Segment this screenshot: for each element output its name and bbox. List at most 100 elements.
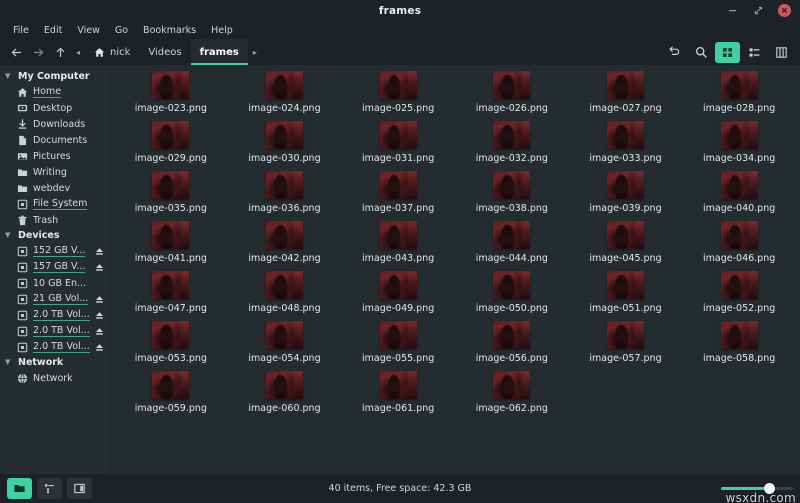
- file-item[interactable]: image-050.png: [455, 271, 569, 321]
- close-icon[interactable]: [778, 4, 791, 17]
- file-item[interactable]: image-046.png: [682, 221, 796, 271]
- file-item[interactable]: image-036.png: [228, 171, 342, 221]
- sidebar-item-2-0-tb-vol[interactable]: 2.0 TB Vol...: [0, 323, 109, 339]
- sidebar-item-2-0-tb-vol[interactable]: 2.0 TB Vol...: [0, 307, 109, 323]
- file-item[interactable]: image-031.png: [341, 121, 455, 171]
- file-item[interactable]: image-053.png: [114, 321, 228, 371]
- file-item[interactable]: image-057.png: [569, 321, 683, 371]
- menu-item-help[interactable]: Help: [204, 23, 240, 38]
- chevron-down-icon: ▼: [5, 72, 11, 80]
- folder-icon[interactable]: [7, 478, 32, 499]
- file-item[interactable]: image-027.png: [569, 71, 683, 121]
- menu-item-go[interactable]: Go: [108, 23, 135, 38]
- menu-item-edit[interactable]: Edit: [37, 23, 69, 38]
- file-item[interactable]: image-026.png: [455, 71, 569, 121]
- forward-button[interactable]: [27, 41, 49, 63]
- file-item[interactable]: image-043.png: [341, 221, 455, 271]
- sidebar-item-webdev[interactable]: webdev: [0, 180, 109, 196]
- reload-icon[interactable]: [661, 42, 686, 63]
- file-item[interactable]: image-038.png: [455, 171, 569, 221]
- file-item[interactable]: image-060.png: [228, 371, 342, 421]
- breadcrumb-left-chevron-icon[interactable]: ◂: [71, 48, 85, 57]
- breadcrumb-item-frames[interactable]: frames: [190, 39, 249, 65]
- sidebar-item-157-gb-v[interactable]: 157 GB V...: [0, 259, 109, 275]
- file-item[interactable]: image-054.png: [228, 321, 342, 371]
- sidebar-item-documents[interactable]: Documents: [0, 132, 109, 148]
- list-view-icon[interactable]: [742, 42, 767, 63]
- file-item[interactable]: image-049.png: [341, 271, 455, 321]
- file-item[interactable]: image-051.png: [569, 271, 683, 321]
- sidebar-item-152-gb-v[interactable]: 152 GB V...: [0, 243, 109, 259]
- grid-view-icon[interactable]: [715, 41, 740, 63]
- breadcrumb-right-chevron-icon[interactable]: ▸: [248, 48, 262, 57]
- file-item[interactable]: image-044.png: [455, 221, 569, 271]
- folder-icon: [17, 167, 28, 178]
- back-button[interactable]: [5, 41, 27, 63]
- search-icon[interactable]: [688, 42, 713, 63]
- disk-icon: [17, 262, 28, 273]
- file-item[interactable]: image-061.png: [341, 371, 455, 421]
- file-list-area[interactable]: image-023.png image-024.png image-025.png i…: [110, 65, 800, 474]
- file-item[interactable]: image-033.png: [569, 121, 683, 171]
- eject-icon[interactable]: [95, 327, 104, 336]
- sidebar-item-2-0-tb-vol[interactable]: 2.0 TB Vol...: [0, 339, 109, 355]
- file-item[interactable]: image-035.png: [114, 171, 228, 221]
- desktop-icon: [17, 103, 28, 114]
- sidebar-item-writing[interactable]: Writing: [0, 164, 109, 180]
- file-item[interactable]: image-034.png: [682, 121, 796, 171]
- sidebar-item-downloads[interactable]: Downloads: [0, 116, 109, 132]
- file-item[interactable]: image-048.png: [228, 271, 342, 321]
- sidebar-item-10-gb-en[interactable]: 10 GB En...: [0, 275, 109, 291]
- breadcrumb-item-nick[interactable]: nick: [85, 39, 139, 65]
- file-item[interactable]: image-023.png: [114, 71, 228, 121]
- sidebar-item-file-system[interactable]: File System: [0, 196, 109, 212]
- file-name: image-027.png: [589, 103, 662, 114]
- menu-item-view[interactable]: View: [70, 23, 107, 38]
- sidebar-item-network[interactable]: Network: [0, 370, 109, 386]
- breadcrumb-item-videos[interactable]: Videos: [139, 39, 190, 65]
- eject-icon[interactable]: [95, 295, 104, 304]
- eject-icon[interactable]: [95, 311, 104, 320]
- minimize-icon[interactable]: [726, 4, 739, 17]
- file-item[interactable]: image-058.png: [682, 321, 796, 371]
- sidebar-item-desktop[interactable]: Desktop: [0, 100, 109, 116]
- file-item[interactable]: image-041.png: [114, 221, 228, 271]
- sidebar-item-21-gb-vol[interactable]: 21 GB Vol...: [0, 291, 109, 307]
- status-left-buttons: [7, 478, 92, 499]
- file-item[interactable]: image-025.png: [341, 71, 455, 121]
- file-item[interactable]: image-029.png: [114, 121, 228, 171]
- sidebar-group-network[interactable]: ▼ Network: [0, 355, 109, 370]
- file-item[interactable]: image-047.png: [114, 271, 228, 321]
- maximize-icon[interactable]: [752, 4, 765, 17]
- tree-icon[interactable]: [37, 478, 62, 499]
- sidebar-group-my-computer[interactable]: ▼ My Computer: [0, 69, 109, 84]
- file-item[interactable]: image-032.png: [455, 121, 569, 171]
- sidebar-item-home[interactable]: Home: [0, 84, 109, 100]
- file-item[interactable]: image-062.png: [455, 371, 569, 421]
- panel-icon[interactable]: [67, 478, 92, 499]
- sidebar-item-label: webdev: [33, 182, 71, 194]
- eject-icon[interactable]: [95, 343, 104, 352]
- eject-icon[interactable]: [95, 247, 104, 256]
- eject-icon[interactable]: [95, 263, 104, 272]
- file-name: image-057.png: [589, 353, 662, 364]
- file-item[interactable]: image-045.png: [569, 221, 683, 271]
- file-item[interactable]: image-024.png: [228, 71, 342, 121]
- up-button[interactable]: [49, 41, 71, 63]
- file-item[interactable]: image-039.png: [569, 171, 683, 221]
- file-item[interactable]: image-059.png: [114, 371, 228, 421]
- file-item[interactable]: image-042.png: [228, 221, 342, 271]
- file-item[interactable]: image-037.png: [341, 171, 455, 221]
- file-item[interactable]: image-056.png: [455, 321, 569, 371]
- file-item[interactable]: image-055.png: [341, 321, 455, 371]
- file-item[interactable]: image-040.png: [682, 171, 796, 221]
- file-item[interactable]: image-028.png: [682, 71, 796, 121]
- file-item[interactable]: image-030.png: [228, 121, 342, 171]
- compact-view-icon[interactable]: [769, 42, 794, 63]
- file-item[interactable]: image-052.png: [682, 271, 796, 321]
- menu-item-bookmarks[interactable]: Bookmarks: [136, 23, 203, 38]
- menu-item-file[interactable]: File: [6, 23, 36, 38]
- sidebar-item-trash[interactable]: Trash: [0, 212, 109, 228]
- sidebar-item-pictures[interactable]: Pictures: [0, 148, 109, 164]
- sidebar-group-devices[interactable]: ▼ Devices: [0, 228, 109, 243]
